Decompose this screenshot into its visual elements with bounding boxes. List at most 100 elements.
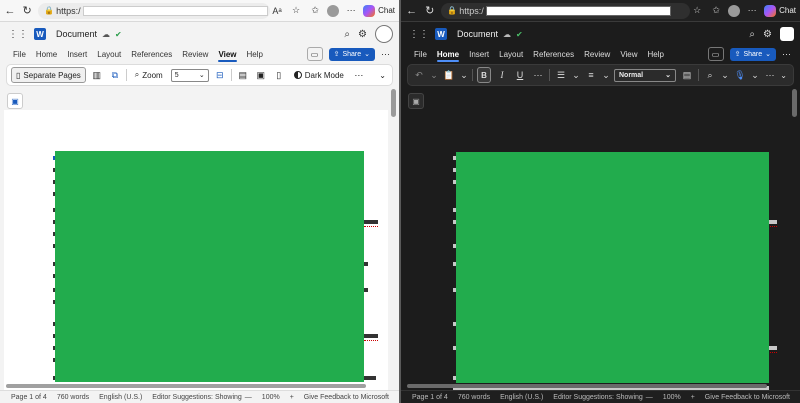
back-icon[interactable]: ← — [3, 3, 17, 19]
refresh-icon[interactable]: ↻ — [422, 3, 437, 19]
comments-icon[interactable]: ▭ — [707, 47, 724, 61]
navigation-pane-icon[interactable]: ▣ — [7, 93, 23, 109]
clipboard-icon[interactable]: 📋 — [442, 68, 456, 82]
more-options-icon[interactable]: ⋯ — [782, 49, 792, 60]
editor-suggestions[interactable]: Editor Suggestions: Showing — [152, 394, 242, 401]
app-launcher-icon[interactable]: ⋮⋮ — [8, 29, 28, 40]
tab-layout[interactable]: Layout — [499, 45, 523, 63]
italic-button[interactable]: I — [495, 68, 509, 82]
undo-icon[interactable]: ↶ — [412, 68, 426, 82]
document-title[interactable]: Document — [56, 29, 97, 39]
search-icon[interactable]: ⌕ — [344, 29, 350, 40]
ribbon-more-icon[interactable]: ⋯ — [763, 68, 777, 82]
read-aloud-icon[interactable]: Aᵃ — [270, 6, 284, 16]
ruler-icon[interactable]: ▣ — [254, 68, 268, 82]
tab-layout[interactable]: Layout — [97, 45, 121, 63]
zoom-out-button[interactable]: — — [646, 394, 653, 401]
align-dropdown-icon[interactable]: ⌄ — [602, 68, 610, 82]
horizontal-scrollbar[interactable] — [6, 384, 366, 388]
avatar[interactable] — [728, 4, 741, 17]
feedback-link[interactable]: Give Feedback to Microsoft — [705, 394, 790, 401]
tab-file[interactable]: File — [414, 45, 427, 63]
tab-home[interactable]: Home — [436, 45, 460, 63]
settings-gear-icon[interactable]: ⚙ — [763, 29, 772, 40]
favorite-star-icon[interactable]: ☆ — [690, 5, 704, 16]
copilot-chat-button[interactable]: Chat — [764, 4, 796, 17]
tab-home[interactable]: Home — [36, 45, 57, 63]
immersive-reader-icon[interactable]: ⧉ — [108, 68, 122, 82]
more-icon[interactable]: ⋯ — [344, 5, 358, 16]
collapse-ribbon-icon[interactable]: ⌄ — [379, 71, 386, 80]
horizontal-scrollbar[interactable] — [407, 384, 767, 388]
tab-review[interactable]: Review — [182, 45, 208, 63]
share-button[interactable]: ⇪ Share ⌄ — [328, 47, 375, 61]
word-count[interactable]: 760 words — [458, 394, 490, 401]
gridlines-icon[interactable]: ▤ — [236, 68, 250, 82]
word-count[interactable]: 760 words — [57, 394, 89, 401]
favorites-icon[interactable]: ✩ — [308, 5, 322, 16]
tab-view[interactable]: View — [218, 45, 237, 63]
bullets-icon[interactable]: ☰ — [554, 68, 568, 82]
underline-button[interactable]: U — [513, 68, 527, 82]
profile-avatar[interactable] — [780, 27, 794, 41]
scrollbar-thumb[interactable] — [792, 89, 797, 117]
tab-insert[interactable]: Insert — [469, 45, 489, 63]
tab-references[interactable]: References — [533, 45, 574, 63]
document-page[interactable] — [425, 110, 781, 390]
vertical-scrollbar[interactable] — [792, 87, 797, 377]
profile-avatar[interactable] — [375, 25, 393, 43]
scrollbar-thumb[interactable] — [391, 89, 396, 117]
reading-view-icon[interactable]: ▥ — [90, 68, 104, 82]
zoom-in-button[interactable]: + — [290, 394, 294, 401]
zoom-level[interactable]: 100% — [262, 394, 280, 401]
vertical-scrollbar[interactable] — [391, 87, 396, 377]
print-layout-icon[interactable]: ▯ — [272, 68, 286, 82]
tab-insert[interactable]: Insert — [67, 45, 87, 63]
dictate-mic-icon[interactable]: 🎙 — [733, 68, 747, 82]
share-button[interactable]: ⇪ Share ⌄ — [729, 47, 776, 61]
document-title[interactable]: Document — [457, 29, 498, 39]
more-options-icon[interactable]: ⋯ — [381, 49, 391, 60]
feedback-link[interactable]: Give Feedback to Microsoft — [304, 394, 389, 401]
tab-help[interactable]: Help — [648, 45, 664, 63]
favorite-star-icon[interactable]: ☆ — [289, 5, 303, 16]
refresh-icon[interactable]: ↻ — [20, 3, 34, 19]
tab-file[interactable]: File — [13, 45, 26, 63]
undo-dropdown-icon[interactable]: ⌄ — [430, 68, 438, 82]
tab-references[interactable]: References — [131, 45, 172, 63]
favorites-icon[interactable]: ✩ — [709, 5, 723, 16]
find-dropdown-icon[interactable]: ⌄ — [721, 68, 729, 82]
ribbon-more-icon[interactable]: ⋯ — [352, 68, 366, 82]
fit-width-icon[interactable]: ⊟ — [213, 68, 227, 82]
zoom-out-button[interactable]: — — [245, 394, 252, 401]
align-icon[interactable]: ≡ — [584, 68, 598, 82]
separate-pages-button[interactable]: ▯ Separate Pages — [11, 67, 86, 83]
editor-suggestions[interactable]: Editor Suggestions: Showing — [553, 394, 643, 401]
app-launcher-icon[interactable]: ⋮⋮ — [409, 29, 429, 40]
copilot-chat-button[interactable]: Chat — [363, 4, 395, 17]
address-bar[interactable]: 🔒 https:/ — [38, 2, 271, 19]
settings-gear-icon[interactable]: ⚙ — [358, 29, 367, 40]
collapse-ribbon-icon[interactable]: ⌄ — [780, 71, 787, 80]
tab-view[interactable]: View — [620, 45, 637, 63]
dictate-dropdown-icon[interactable]: ⌄ — [751, 68, 759, 82]
zoom-in-button[interactable]: + — [691, 394, 695, 401]
style-select[interactable]: Normal ⌄ — [614, 68, 676, 82]
search-icon[interactable]: ⌕ — [749, 29, 755, 40]
more-font-icon[interactable]: ⋯ — [531, 68, 545, 82]
find-icon[interactable]: ⌕ — [703, 68, 717, 82]
page-count[interactable]: Page 1 of 4 — [11, 394, 47, 401]
page-count[interactable]: Page 1 of 4 — [412, 394, 448, 401]
clipboard-dropdown-icon[interactable]: ⌄ — [460, 68, 468, 82]
bullets-dropdown-icon[interactable]: ⌄ — [572, 68, 580, 82]
styles-pane-icon[interactable]: ▤ — [680, 68, 694, 82]
bold-button[interactable]: B — [477, 67, 491, 83]
tab-help[interactable]: Help — [247, 45, 263, 63]
zoom-level[interactable]: 100% — [663, 394, 681, 401]
language[interactable]: English (U.S.) — [500, 394, 543, 401]
dark-mode-toggle[interactable]: Dark Mode — [290, 67, 348, 83]
address-bar[interactable]: 🔒 https:/ — [441, 2, 691, 19]
comments-icon[interactable]: ▭ — [306, 47, 323, 61]
document-page[interactable] — [4, 110, 388, 390]
zoom-select[interactable]: 5 ⌄ — [170, 68, 209, 82]
